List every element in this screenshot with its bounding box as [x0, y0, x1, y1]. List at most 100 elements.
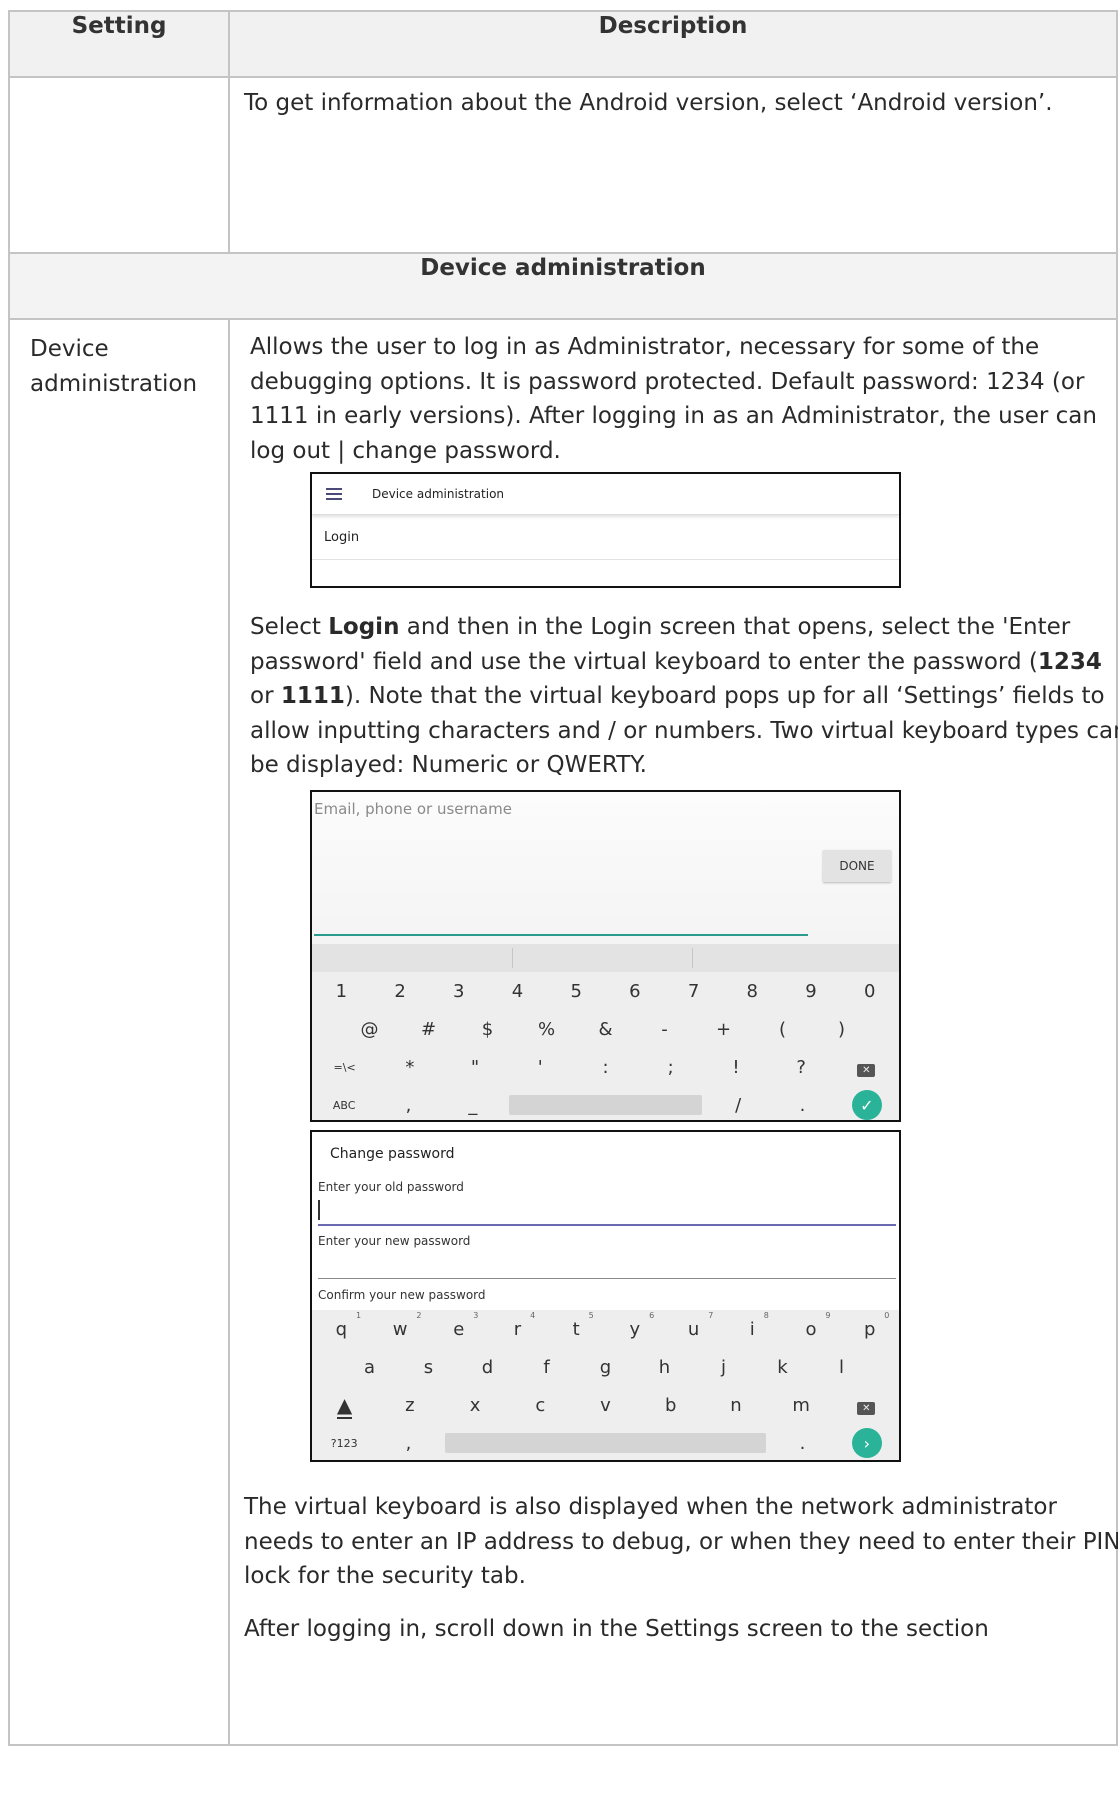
letter-key[interactable]: p0 — [840, 1311, 899, 1340]
old-password-field[interactable] — [318, 1224, 896, 1226]
symbol-key[interactable]: - — [635, 1019, 694, 1040]
symbol-key[interactable]: + — [694, 1019, 753, 1040]
symbol-key[interactable]: @ — [340, 1019, 399, 1040]
letter-key[interactable]: f — [517, 1357, 576, 1378]
letter-key[interactable]: l — [812, 1357, 871, 1378]
description-para-1: Allows the user to log in as Administrat… — [250, 334, 1097, 464]
letter-key[interactable]: o9 — [782, 1311, 841, 1340]
underscore-key[interactable]: _ — [441, 1095, 505, 1116]
description-cell: To get information about the Android ver… — [228, 76, 1118, 254]
section-title: Device administration — [8, 252, 1118, 320]
backspace-key[interactable]: ✕ — [834, 1395, 899, 1416]
key-5[interactable]: 6 — [606, 981, 665, 1002]
symbol-page-key[interactable]: =\< — [312, 1061, 377, 1074]
abc-key[interactable]: ABC — [312, 1099, 376, 1112]
letter-key[interactable]: t5 — [547, 1311, 606, 1340]
letter-key[interactable]: y6 — [606, 1311, 665, 1340]
letter-key[interactable]: m — [769, 1395, 834, 1416]
symbol-key[interactable]: " — [442, 1057, 507, 1078]
key-row-4: ABC , _ / . ✓ — [312, 1086, 899, 1120]
key-0[interactable]: 1 — [312, 981, 371, 1002]
shift-icon: ▲ — [336, 1393, 353, 1419]
dot-key[interactable]: . — [770, 1095, 834, 1116]
key-7[interactable]: 8 — [723, 981, 782, 1002]
done-button[interactable]: DONE — [823, 850, 891, 882]
slash-key[interactable]: / — [706, 1095, 770, 1116]
menu-icon[interactable] — [326, 485, 342, 503]
table-row: To get information about the Android ver… — [8, 76, 1118, 254]
symbol-key[interactable]: % — [517, 1019, 576, 1040]
key-2[interactable]: 3 — [429, 981, 488, 1002]
symbol-key[interactable]: ! — [703, 1057, 768, 1078]
login-item[interactable]: Login — [312, 515, 899, 560]
symbol-key[interactable]: * — [377, 1057, 442, 1078]
check-icon: ✓ — [851, 1090, 882, 1120]
symbol-key[interactable]: ' — [508, 1057, 573, 1078]
symbol-key[interactable]: ; — [638, 1057, 703, 1078]
section-row: Device administration — [8, 252, 1118, 320]
letter-key[interactable]: c — [508, 1395, 573, 1416]
letter-key[interactable]: z — [377, 1395, 442, 1416]
backspace-icon: ✕ — [857, 1401, 876, 1415]
backspace-icon: ✕ — [857, 1063, 876, 1077]
symbol-key[interactable]: ? — [769, 1057, 834, 1078]
symbol-key[interactable]: ( — [753, 1019, 812, 1040]
next-key[interactable]: › — [835, 1428, 899, 1458]
app-bar-title: Device administration — [372, 487, 505, 501]
letter-key[interactable]: r4 — [488, 1311, 547, 1340]
qwerty-keyboard: q1w2e3r4t5y6u7i8o9p0 asdfghjkl ▲ z x c v b n m ✕… — [312, 1310, 899, 1460]
letter-key[interactable]: a — [340, 1357, 399, 1378]
settings-table: Setting Description To get information a… — [8, 10, 1118, 1746]
dot-key[interactable]: . — [770, 1433, 834, 1454]
key-1[interactable]: 2 — [371, 981, 430, 1002]
letter-key[interactable]: s — [399, 1357, 458, 1378]
table-header-row: Setting Description — [8, 10, 1118, 78]
space-key[interactable] — [444, 1433, 767, 1453]
space-key[interactable] — [508, 1095, 702, 1115]
key-6[interactable]: 7 — [664, 981, 723, 1002]
new-password-label: Enter your new password — [318, 1234, 471, 1248]
letter-key[interactable]: i8 — [723, 1311, 782, 1340]
key-4[interactable]: 5 — [547, 981, 606, 1002]
comma-key[interactable]: , — [376, 1095, 440, 1116]
description-para-3: The virtual keyboard is also displayed w… — [244, 1494, 1118, 1589]
letter-key[interactable]: k — [753, 1357, 812, 1378]
num-switch-key[interactable]: ?123 — [312, 1437, 376, 1450]
description-cell: Allows the user to log in as Administrat… — [228, 318, 1118, 1746]
letter-key[interactable]: w2 — [371, 1311, 430, 1340]
letter-key[interactable]: d — [458, 1357, 517, 1378]
username-placeholder: Email, phone or username — [314, 800, 512, 818]
input-underline — [314, 934, 808, 936]
new-password-field[interactable] — [318, 1278, 896, 1279]
key-3[interactable]: 4 — [488, 981, 547, 1002]
letter-key[interactable]: u7 — [664, 1311, 723, 1340]
enter-key[interactable]: ✓ — [835, 1090, 899, 1120]
letter-key[interactable]: e3 — [429, 1311, 488, 1340]
symbol-key[interactable]: # — [399, 1019, 458, 1040]
letter-key[interactable]: g — [576, 1357, 635, 1378]
letter-key[interactable]: n — [703, 1395, 768, 1416]
header-setting: Setting — [8, 10, 230, 78]
symbol-key[interactable]: : — [573, 1057, 638, 1078]
shift-key[interactable]: ▲ — [312, 1393, 377, 1419]
symbol-key[interactable]: $ — [458, 1019, 517, 1040]
letter-key[interactable]: j — [694, 1357, 753, 1378]
letter-key[interactable]: v — [573, 1395, 638, 1416]
letter-key[interactable]: b — [638, 1395, 703, 1416]
key-row-2: @ # $% & - +() — [312, 1010, 899, 1048]
device-admin-screenshot: Device administration Login — [310, 472, 901, 588]
symbol-key[interactable]: & — [576, 1019, 635, 1040]
backspace-key[interactable]: ✕ — [834, 1057, 899, 1078]
letter-key[interactable]: q1 — [312, 1311, 371, 1340]
letter-key[interactable]: x — [442, 1395, 507, 1416]
text-cursor — [318, 1200, 320, 1220]
setting-cell-empty — [8, 76, 230, 254]
setting-name: Device administration — [8, 318, 230, 1746]
app-bar: Device administration — [312, 474, 899, 515]
comma-key[interactable]: , — [376, 1433, 440, 1454]
letter-key[interactable]: h — [635, 1357, 694, 1378]
symbol-key[interactable]: ) — [812, 1019, 871, 1040]
key-9[interactable]: 0 — [840, 981, 899, 1002]
key-8[interactable]: 9 — [782, 981, 841, 1002]
description-para-4: After logging in, scroll down in the Set… — [244, 1616, 989, 1642]
